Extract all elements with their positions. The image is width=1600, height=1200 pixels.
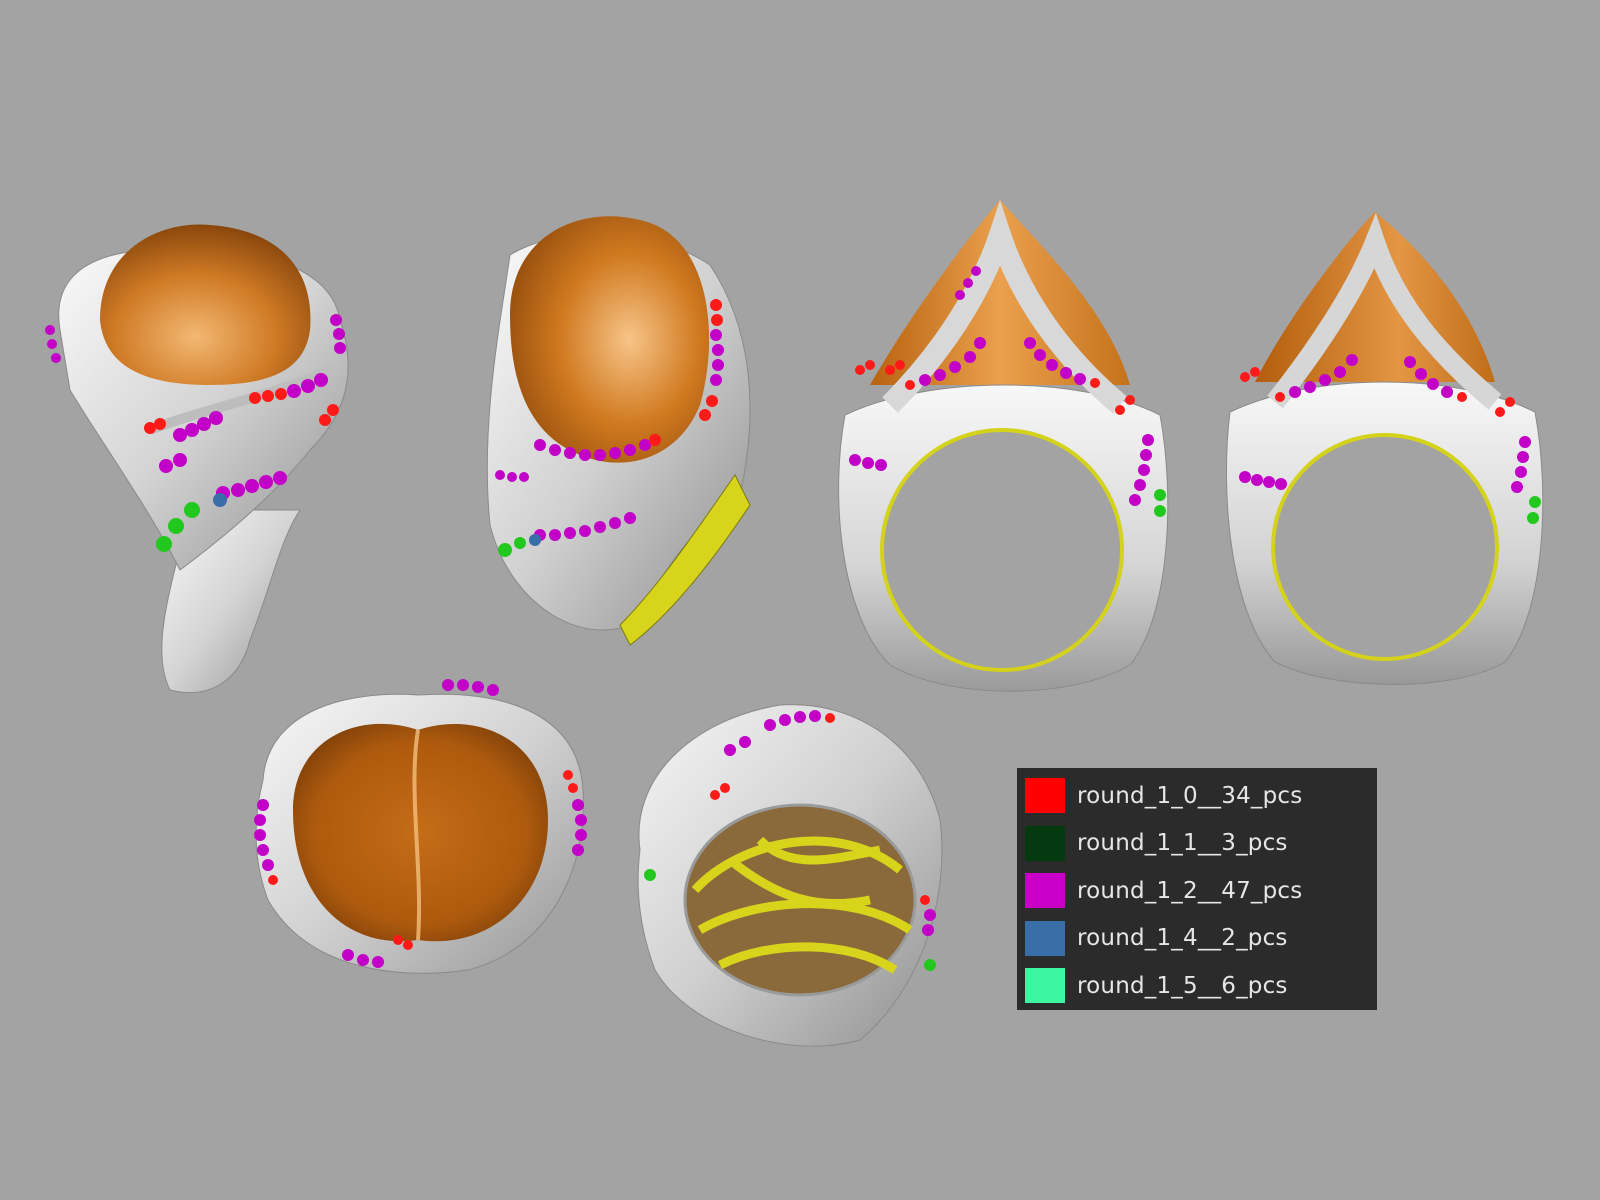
legend-label: round_1_0__34_pcs xyxy=(1077,782,1303,809)
ring-view-front xyxy=(830,195,1180,700)
legend-swatch xyxy=(1025,920,1065,956)
legend-label: round_1_1__3_pcs xyxy=(1077,830,1288,857)
ring-view-three-quarter xyxy=(480,205,780,655)
legend-item: round_1_2__47_pcs xyxy=(1017,867,1377,915)
ring-view-front-angled xyxy=(1225,212,1560,690)
legend-swatch xyxy=(1025,873,1065,909)
render-stage: round_1_0__34_pcs round_1_1__3_pcs round… xyxy=(0,0,1600,1200)
ring-view-underside xyxy=(630,700,960,1055)
legend-swatch xyxy=(1025,825,1065,861)
legend-label: round_1_4__2_pcs xyxy=(1077,925,1288,952)
legend-item: round_1_1__3_pcs xyxy=(1017,820,1377,868)
legend-item: round_1_5__6_pcs xyxy=(1017,962,1377,1010)
gem-row-blue xyxy=(213,493,227,507)
legend-swatch xyxy=(1025,968,1065,1004)
legend-item: round_1_0__34_pcs xyxy=(1017,772,1377,820)
ring-view-top-down xyxy=(248,670,593,990)
gem-row-blue xyxy=(529,534,541,546)
finger-hole xyxy=(1271,433,1499,661)
legend-label: round_1_2__47_pcs xyxy=(1077,877,1303,904)
legend-item: round_1_4__2_pcs xyxy=(1017,915,1377,963)
center-stone xyxy=(100,224,311,385)
finger-hole xyxy=(880,428,1124,672)
legend-label: round_1_5__6_pcs xyxy=(1077,972,1288,999)
ring-view-top-tilted xyxy=(40,210,370,700)
legend-swatch xyxy=(1025,778,1065,814)
stone-legend: round_1_0__34_pcs round_1_1__3_pcs round… xyxy=(1017,768,1377,1010)
